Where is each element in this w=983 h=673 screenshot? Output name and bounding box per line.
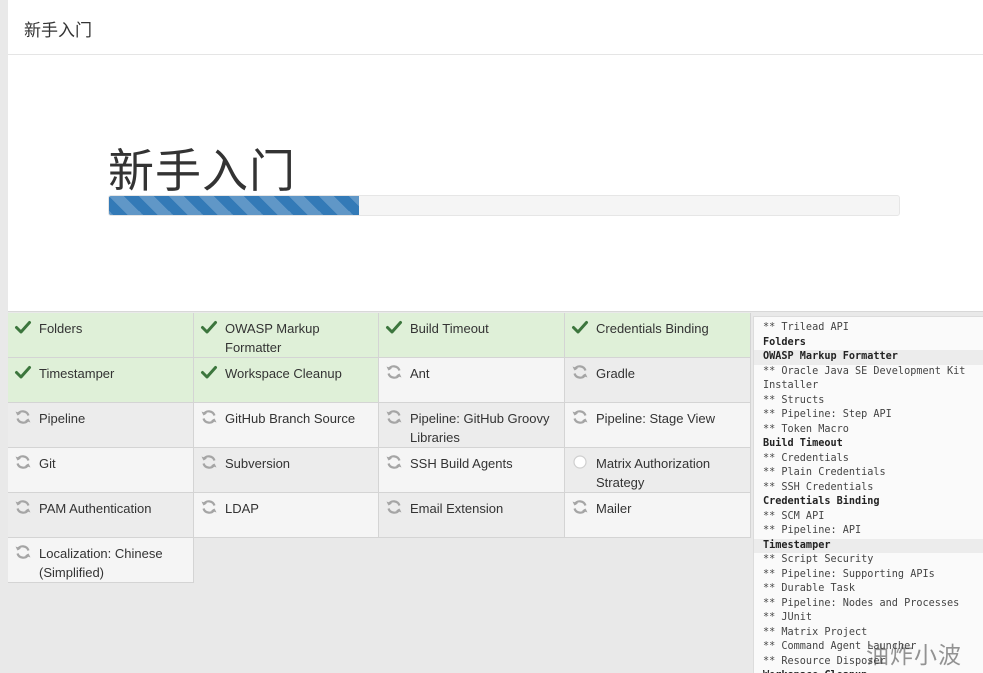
refresh-icon [571, 498, 589, 516]
progress-bar-fill [109, 196, 359, 215]
log-dependency-line: ** Script Security [763, 554, 874, 565]
refresh-icon [571, 363, 589, 381]
check-icon [200, 363, 218, 381]
plugin-item: Pipeline: Stage View [565, 403, 751, 448]
refresh-icon [385, 453, 403, 471]
plugin-item: Localization: Chinese (Simplified) [8, 538, 194, 583]
log-dependency-line: ** Credentials [763, 452, 849, 464]
refresh-icon [200, 498, 218, 516]
plugin-name: Pipeline [39, 411, 86, 426]
log-dependency-line: ** Durable Task [763, 583, 856, 594]
refresh-icon [14, 498, 32, 516]
refresh-icon [200, 408, 218, 426]
plugin-item: Timestamper [8, 358, 194, 403]
plugin-install-list: Folders OWASP Markup Formatter Build Timeo… [8, 313, 753, 673]
plugin-item: Email Extension [379, 493, 565, 538]
plugin-name: Localization: Chinese (Simplified) [39, 546, 163, 580]
plugin-item: GitHub Branch Source [194, 403, 379, 448]
page-title: 新手入门 [108, 144, 296, 198]
log-dependency-line: ** SSH Credentials [763, 481, 874, 493]
refresh-icon [14, 408, 32, 426]
log-plugin-line: Build Timeout [763, 438, 843, 449]
plugin-item: Pipeline [8, 403, 194, 448]
log-dependency-line: ** Trilead API [763, 322, 849, 333]
check-icon [14, 318, 32, 336]
log-dependency-line: ** Pipeline: Supporting APIs [763, 568, 935, 580]
log-plugin-line: Timestamper [754, 538, 983, 553]
log-dependency-line: ** Pipeline: API [763, 525, 862, 536]
circle-icon [571, 453, 589, 471]
plugin-name: LDAP [225, 501, 259, 516]
plugin-item: Pipeline: GitHub Groovy Libraries [379, 403, 565, 448]
check-icon [571, 318, 589, 336]
check-icon [385, 318, 403, 336]
log-plugin-line: Folders [763, 336, 806, 348]
plugin-name: Gradle [596, 366, 636, 381]
log-dependency-line: ** Structs [763, 394, 825, 406]
log-plugin-line: OWASP Markup Formatter [754, 350, 983, 365]
plugin-item: Subversion [194, 448, 379, 493]
plugin-name: Email Extension [410, 501, 504, 516]
refresh-icon [571, 408, 589, 426]
plugin-item: Folders [8, 313, 194, 358]
plugin-name: Mailer [596, 501, 632, 516]
log-dependency-line: Installer [763, 380, 819, 391]
plugin-name: Workspace Cleanup [225, 366, 342, 381]
plugin-grid: Folders OWASP Markup Formatter Build Timeo… [8, 313, 753, 583]
plugin-name: SSH Build Agents [410, 456, 513, 471]
plugin-name: GitHub Branch Source [225, 411, 356, 426]
hero-panel: 新手入门 [8, 55, 983, 312]
plugin-item: Gradle [565, 358, 751, 403]
check-icon [200, 318, 218, 336]
plugin-name: OWASP Markup Formatter [225, 321, 320, 355]
log-dependency-line: ** SCM API [763, 510, 825, 522]
dialog-title: 新手入门 [24, 21, 92, 41]
plugin-name: PAM Authentication [39, 501, 152, 516]
check-icon [14, 363, 32, 381]
watermark-text: 油炸小波 [866, 643, 962, 669]
refresh-icon [200, 453, 218, 471]
top-bar: 新手入门 [8, 0, 983, 55]
plugin-name: Pipeline: Stage View [596, 411, 716, 426]
plugin-item: SSH Build Agents [379, 448, 565, 493]
plugin-name: Git [39, 456, 56, 471]
plugin-name: Pipeline: GitHub Groovy Libraries [410, 411, 550, 445]
plugin-item: Mailer [565, 493, 751, 538]
plugin-item: Git [8, 448, 194, 493]
plugin-item: Ant [379, 358, 565, 403]
log-dependency-line: ** Token Macro [763, 423, 849, 435]
plugin-name: Build Timeout [410, 321, 489, 336]
log-dependency-line: ** Pipeline: Step API [763, 409, 892, 420]
plugin-item: Credentials Binding [565, 313, 751, 358]
plugin-item: LDAP [194, 493, 379, 538]
install-progress-bar [108, 195, 900, 216]
plugin-name: Credentials Binding [596, 321, 709, 336]
refresh-icon [385, 408, 403, 426]
log-plugin-line: Credentials Binding [763, 496, 880, 507]
refresh-icon [14, 453, 32, 471]
refresh-icon [385, 363, 403, 381]
refresh-icon [385, 498, 403, 516]
plugin-name: Matrix Authorization Strategy [596, 456, 711, 490]
plugin-name: Subversion [225, 456, 291, 471]
plugin-name: Timestamper [39, 366, 115, 381]
plugin-item: Build Timeout [379, 313, 565, 358]
refresh-icon [14, 543, 32, 561]
plugin-item: PAM Authentication [8, 493, 194, 538]
log-dependency-line: ** Pipeline: Nodes and Processes [763, 597, 960, 609]
plugin-item: Workspace Cleanup [194, 358, 379, 403]
plugin-name: Ant [410, 366, 430, 381]
plugin-item: Matrix Authorization Strategy [565, 448, 751, 493]
plugin-name: Folders [39, 321, 83, 336]
install-log-panel[interactable]: ** Trilead API Folders OWASP Markup Format… [753, 316, 983, 673]
plugin-item: OWASP Markup Formatter [194, 313, 379, 358]
log-dependency-line: ** JUnit [763, 612, 813, 623]
log-dependency-line: ** Oracle Java SE Development Kit [763, 365, 966, 377]
log-dependency-line: ** Plain Credentials [763, 467, 886, 478]
